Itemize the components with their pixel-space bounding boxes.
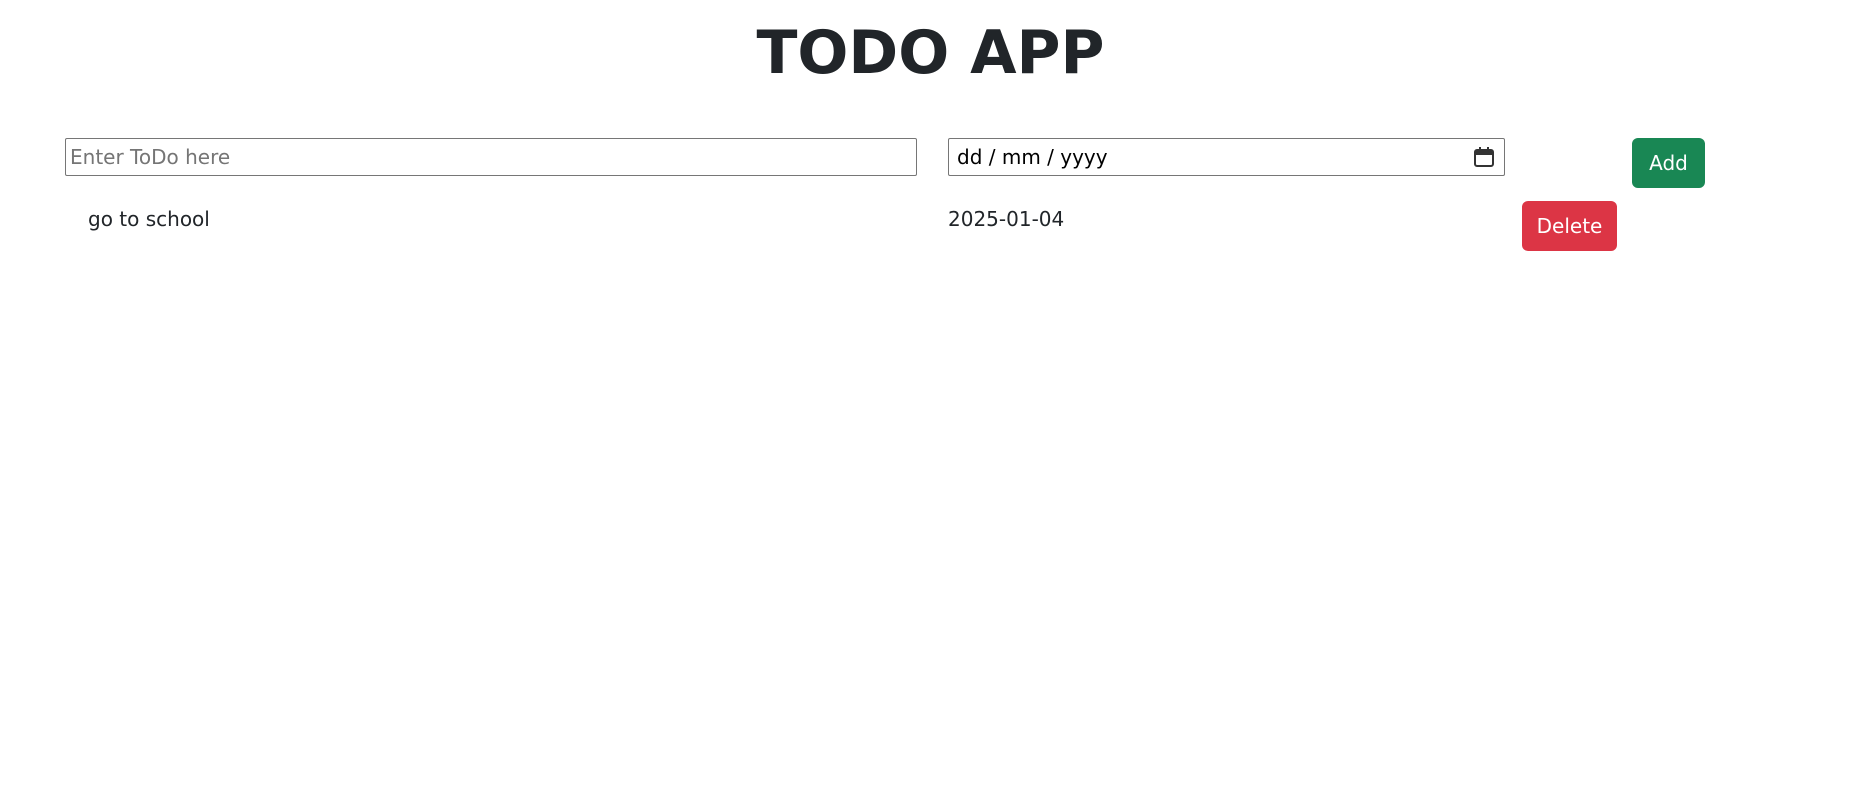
date-input[interactable]: dd / mm / yyyy xyxy=(948,138,1505,176)
date-placeholder: dd / mm / yyyy xyxy=(957,145,1108,169)
delete-button[interactable]: Delete xyxy=(1522,201,1617,251)
todo-item-date: 2025-01-04 xyxy=(948,207,1065,231)
calendar-icon[interactable] xyxy=(1473,146,1495,168)
todo-input[interactable] xyxy=(65,138,917,176)
todo-item-text: go to school xyxy=(88,207,210,231)
add-button[interactable]: Add xyxy=(1632,138,1705,188)
page-title: TODO APP xyxy=(756,18,1105,88)
